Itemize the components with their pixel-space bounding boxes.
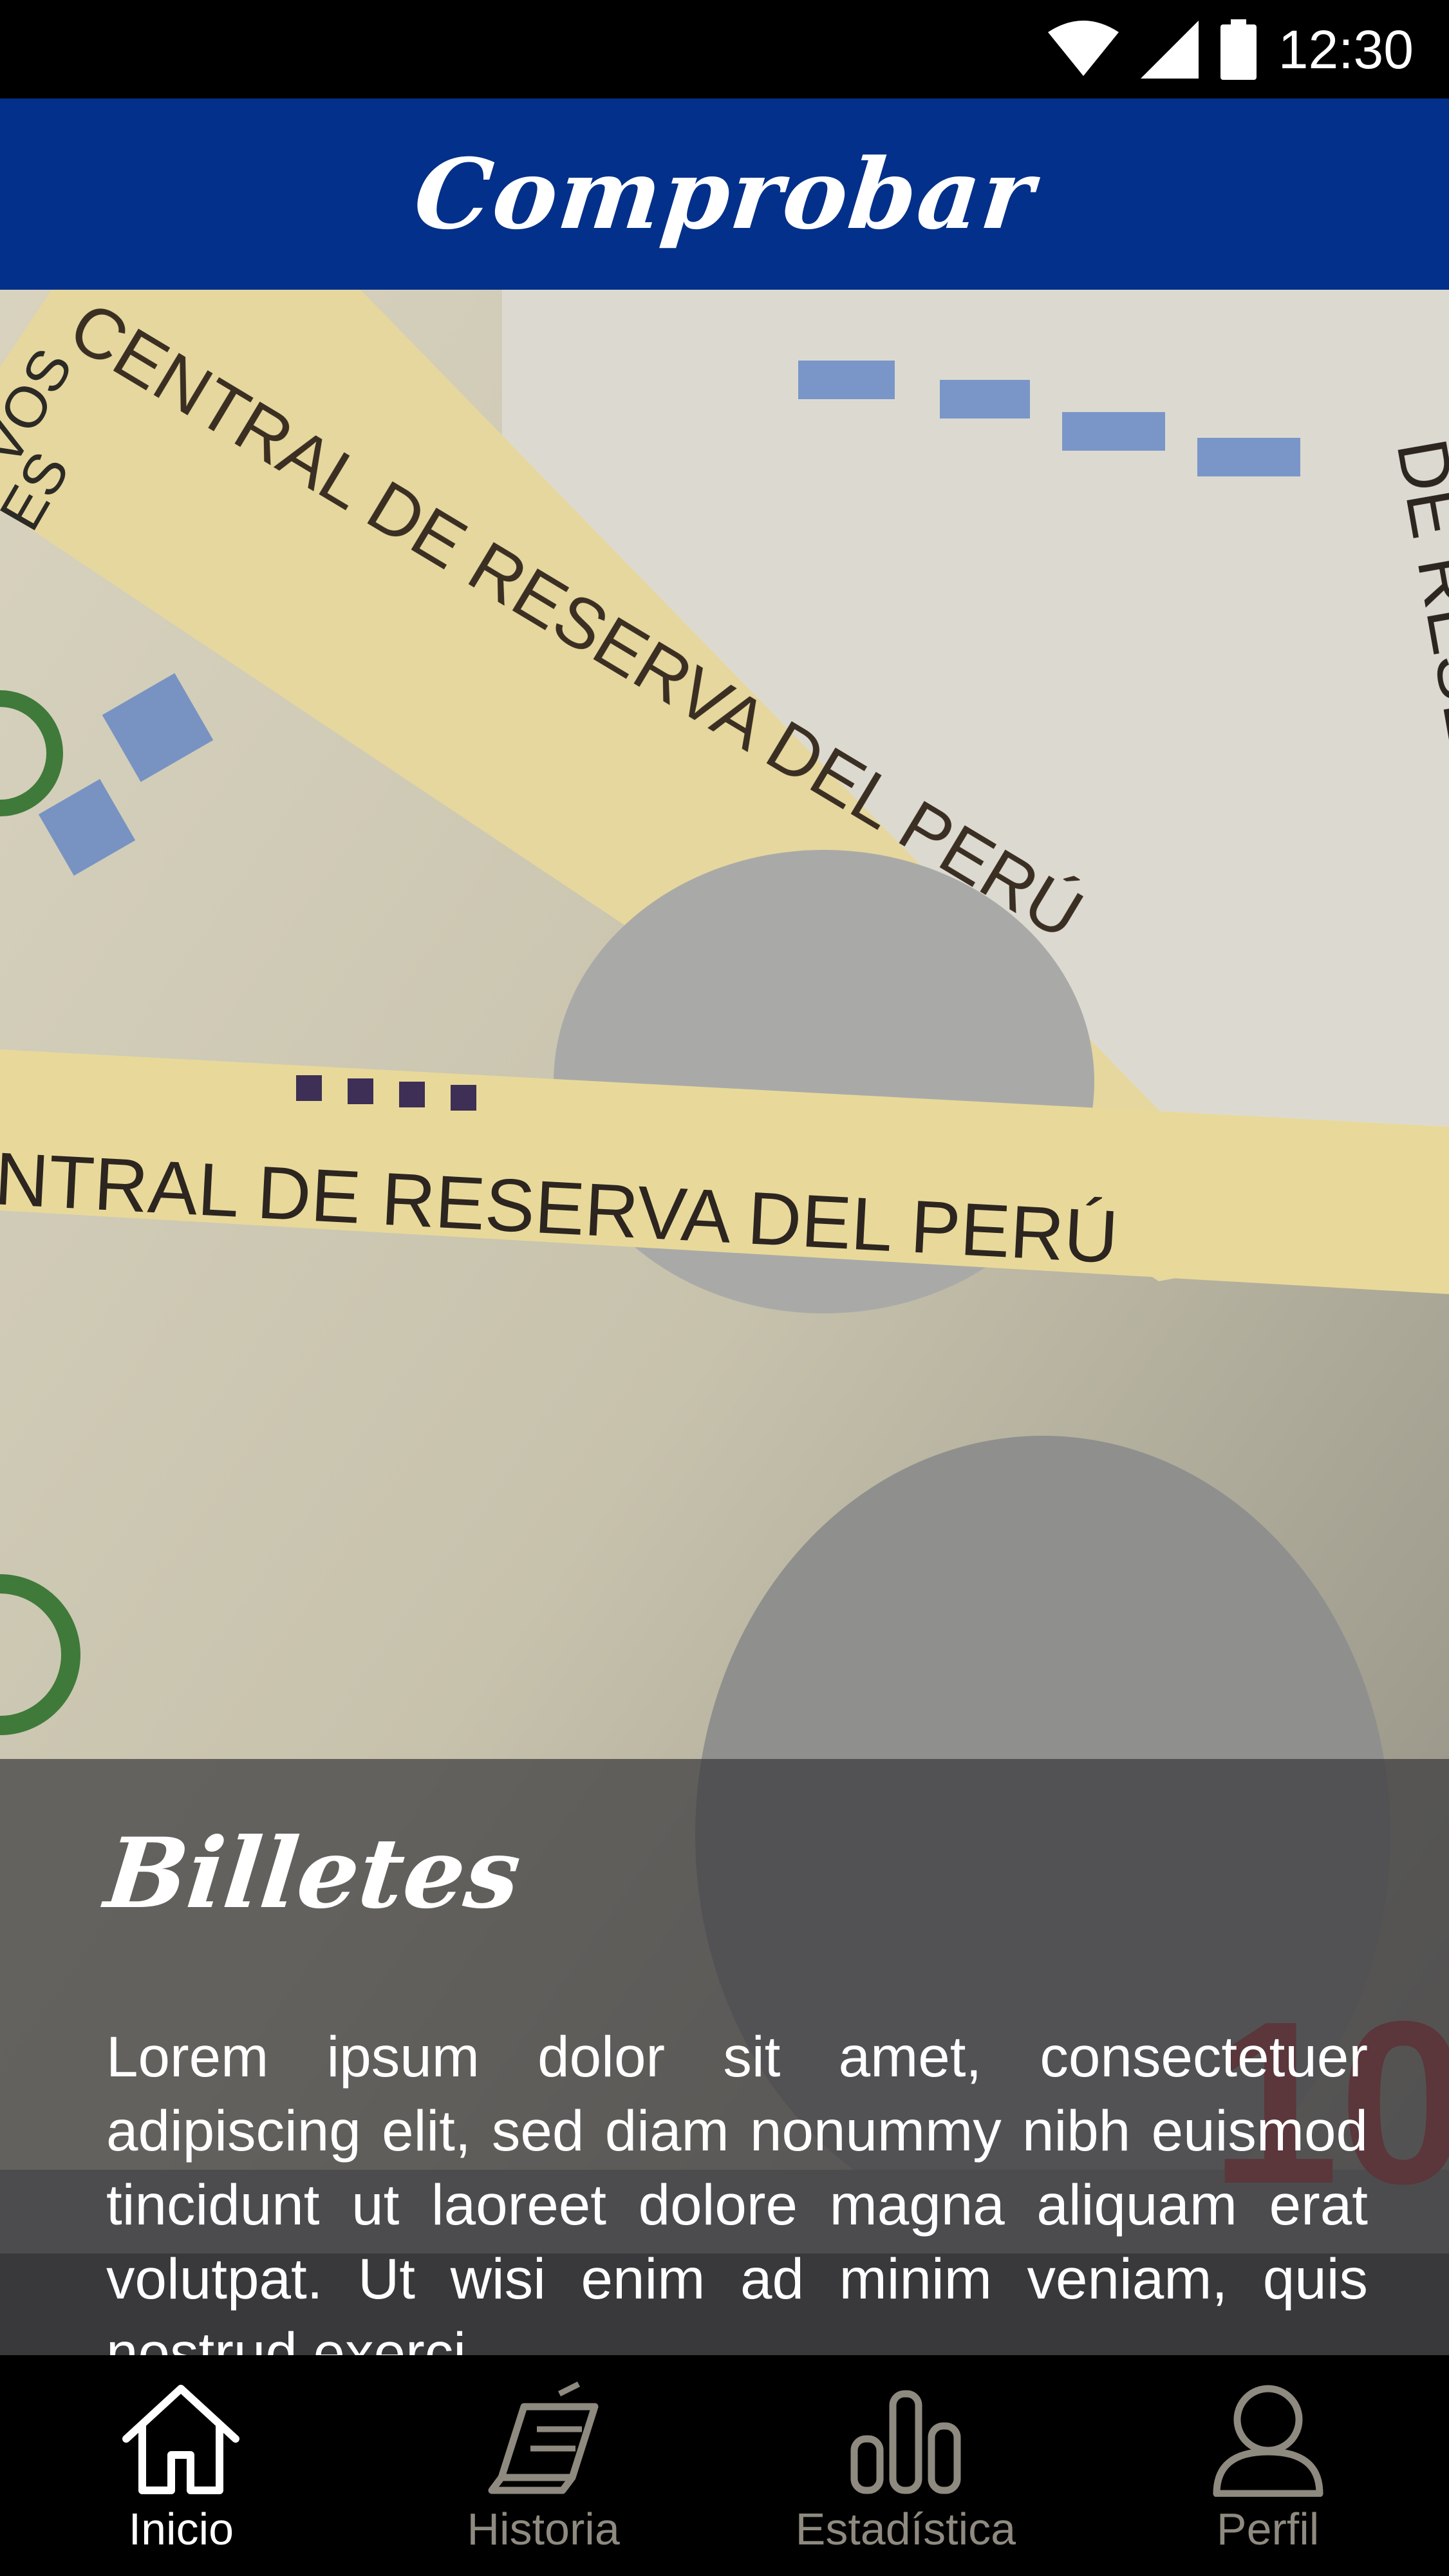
status-clock: 12:30 (1278, 19, 1414, 80)
nav-item-perfil[interactable]: Perfil (1087, 2355, 1449, 2576)
bar-chart-icon (850, 2390, 961, 2494)
battery-icon (1220, 19, 1257, 80)
page-title: Comprobar (409, 137, 1040, 251)
book-icon (488, 2381, 599, 2494)
nav-label: Inicio (128, 2504, 234, 2554)
hero-image: CENTRAL DE RESERVA DEL PERÚ NTRAL DE RES… (0, 290, 1449, 2355)
nav-label: Historia (467, 2504, 620, 2554)
nav-label: Perfil (1216, 2504, 1320, 2554)
nav-item-historia[interactable]: Historia (362, 2355, 725, 2576)
home-icon (122, 2385, 240, 2494)
app-bar: Comprobar (0, 99, 1449, 290)
nav-item-inicio[interactable]: Inicio (0, 2355, 362, 2576)
card-description: Lorem ipsum dolor sit amet, consectetuer… (106, 2024, 1368, 2355)
nav-label: Estadística (795, 2504, 1016, 2554)
nav-item-estadistica[interactable]: Estadística (725, 2355, 1087, 2576)
wifi-icon (1047, 20, 1119, 76)
card-title: Billetes (100, 1817, 526, 1930)
signal-icon (1140, 20, 1199, 79)
status-bar: 12:30 (0, 0, 1449, 99)
user-icon (1213, 2385, 1323, 2497)
info-card: Billetes Lorem ipsum dolor sit amet, con… (0, 1759, 1449, 2355)
bottom-nav: Inicio Historia Estadística Perfil (0, 2355, 1449, 2576)
